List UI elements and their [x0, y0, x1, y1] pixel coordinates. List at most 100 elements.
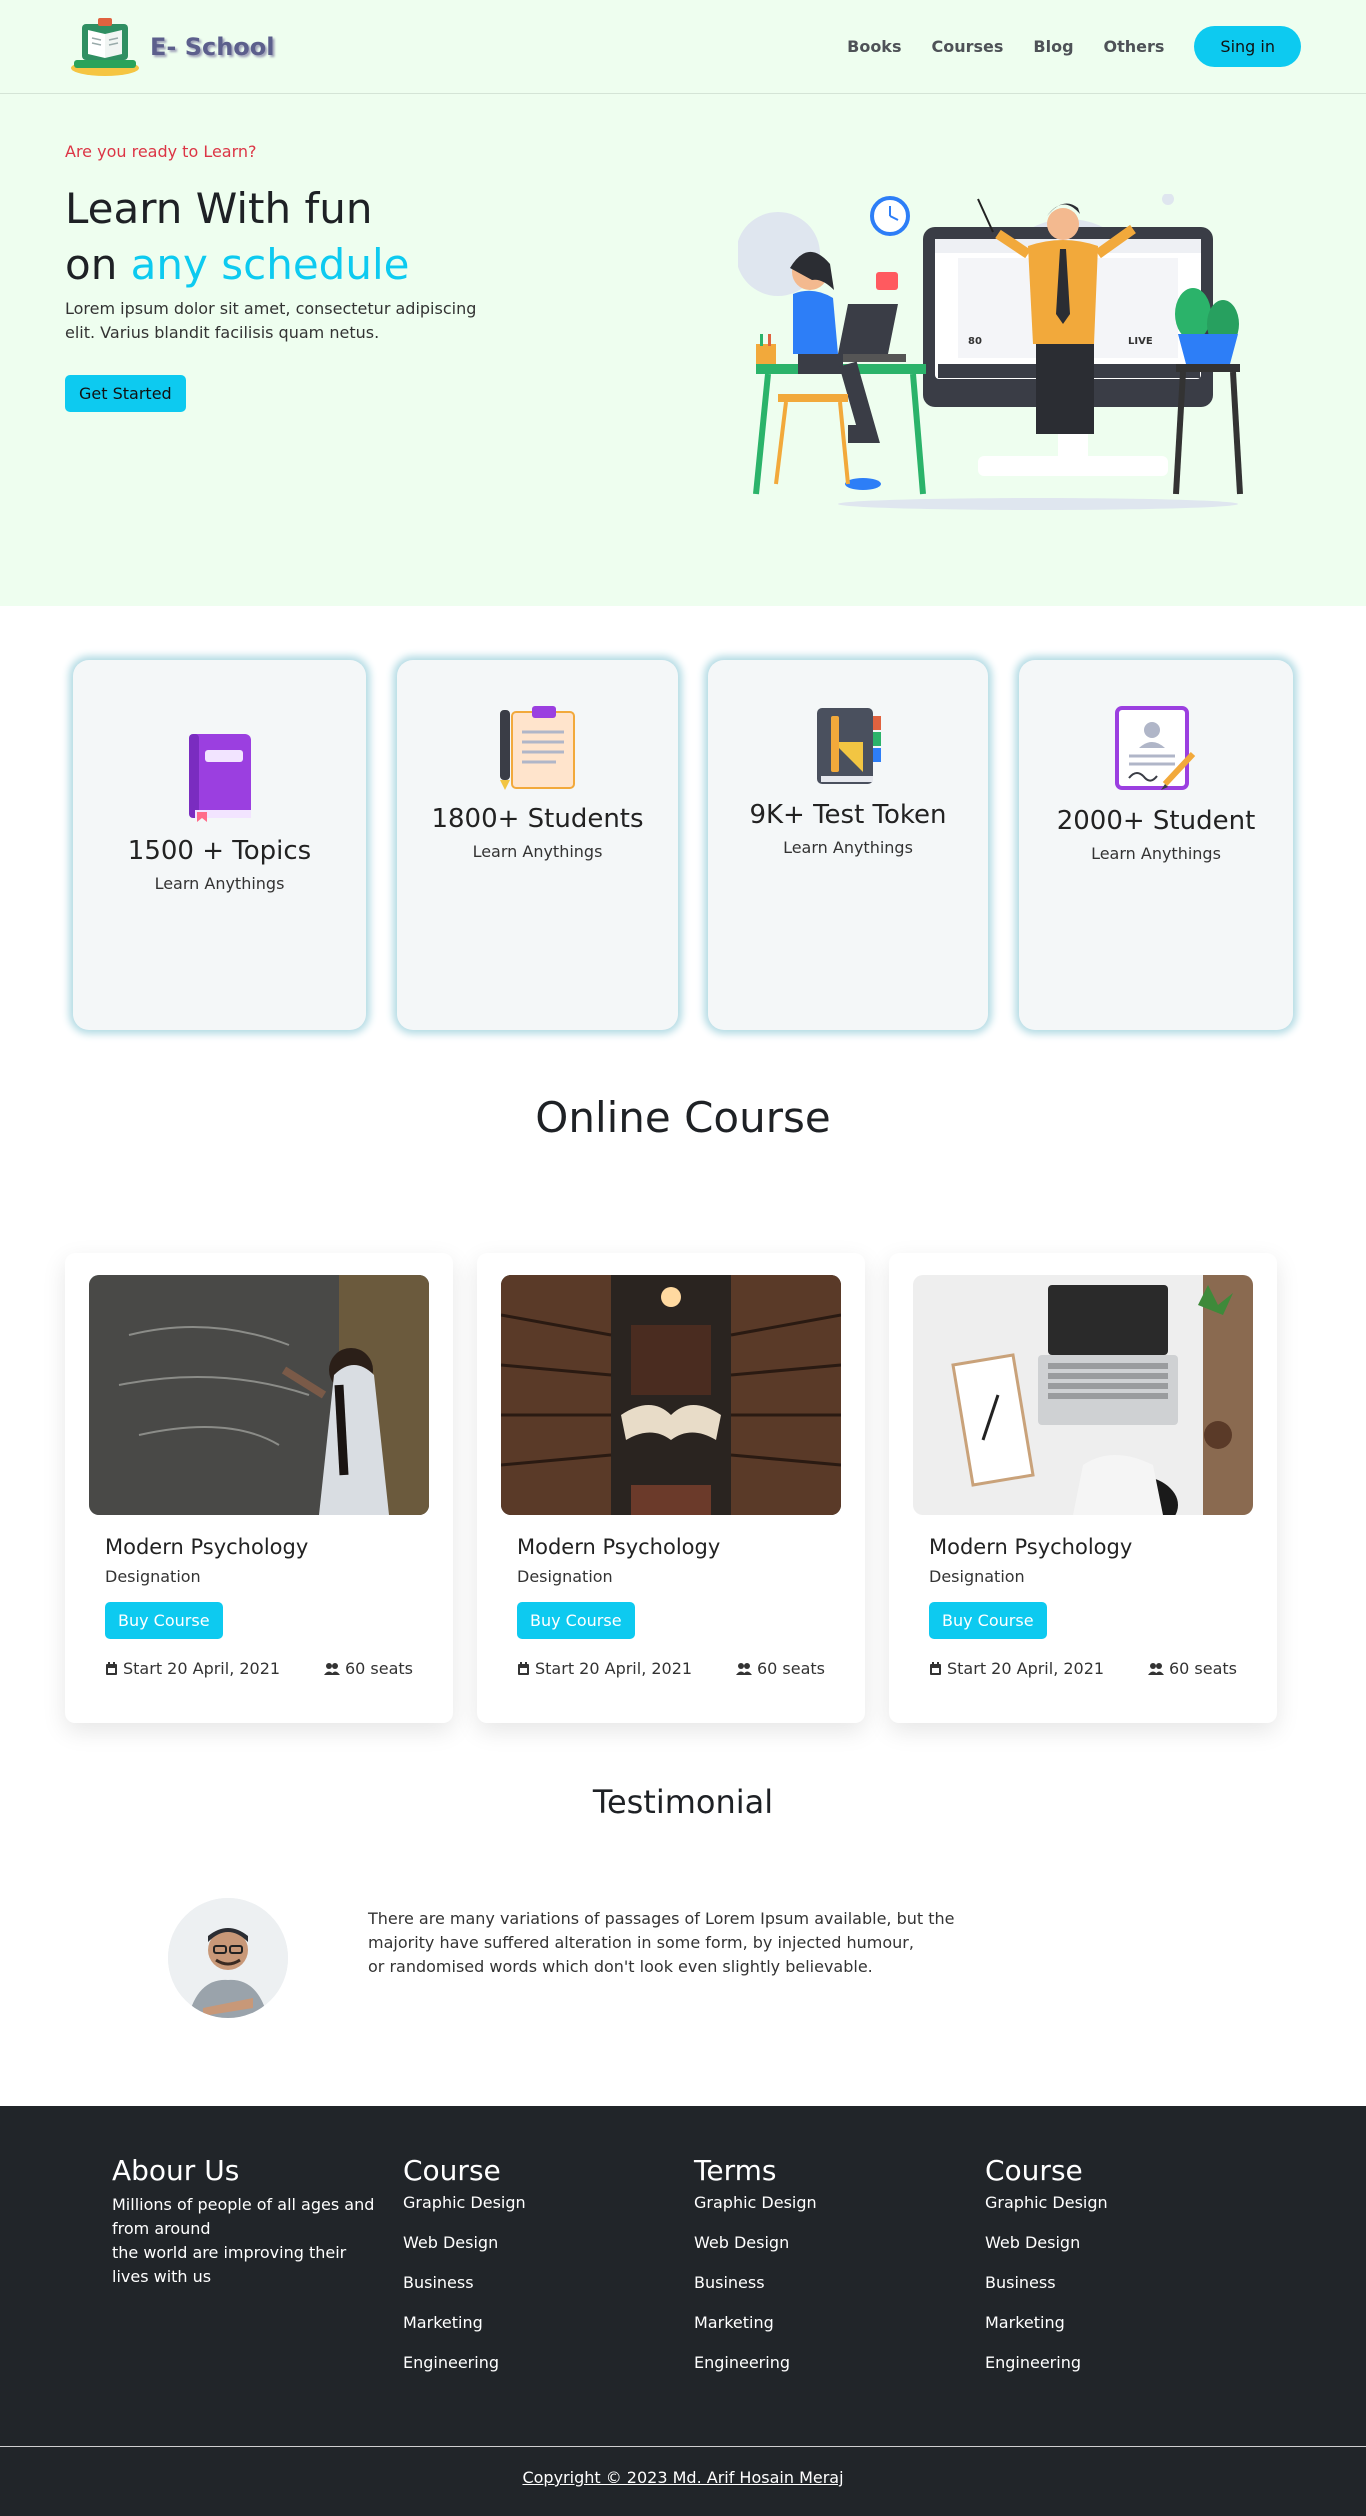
- nav-link-others[interactable]: Others: [1104, 37, 1165, 56]
- footer-link[interactable]: Business: [985, 2271, 1276, 2295]
- copyright-link[interactable]: Copyright © 2023 Md. Arif Hosain Meraj: [0, 2468, 1366, 2487]
- testimonial-title: Testimonial: [592, 1783, 774, 1821]
- footer-link[interactable]: Graphic Design: [694, 2191, 985, 2215]
- footer-column-title: Course: [985, 2154, 1083, 2187]
- online-teaching-illustration: 80 LIVE: [738, 194, 1243, 510]
- users-icon: [323, 1662, 340, 1675]
- footer-column-title: Course: [403, 2154, 501, 2187]
- footer-column-course: Course Graphic Design Web Design Busines…: [403, 2154, 694, 2391]
- footer-link[interactable]: Engineering: [694, 2351, 985, 2375]
- course-image-library: [500, 1275, 842, 1515]
- stat-card-student: 2000+ Student Learn Anythings: [1019, 660, 1293, 1030]
- course-meta: Start 20 April, 2021 60 seats: [929, 1659, 1237, 1678]
- courses-section: Online Course Modern Psychology Designat…: [0, 1083, 1366, 1783]
- brand-name: E- School: [150, 32, 275, 61]
- stat-subtitle: Learn Anythings: [472, 842, 603, 861]
- footer-link[interactable]: Marketing: [694, 2311, 985, 2335]
- footer-column-terms: Terms Graphic Design Web Design Business…: [694, 2154, 985, 2391]
- stat-subtitle: Learn Anythings: [783, 838, 913, 857]
- footer-about-line: the world are improving their lives with…: [112, 2243, 347, 2286]
- stats-section: 1500 + Topics Learn Anythings 1800+ Stud…: [0, 606, 1366, 1083]
- course-list: Modern Psychology Designation Buy Course…: [0, 1253, 1366, 1783]
- course-card: Modern Psychology Designation Buy Course…: [65, 1253, 453, 1723]
- stat-title: 1500 + Topics: [127, 836, 312, 866]
- footer-about-title: Abour Us: [112, 2154, 240, 2187]
- courses-title: Online Course: [535, 1093, 831, 1142]
- course-start: Start 20 April, 2021: [517, 1659, 692, 1678]
- testimonial-line: or randomised words which don't look eve…: [368, 1957, 873, 1976]
- course-designation: Designation: [105, 1567, 201, 1586]
- course-start-text: Start 20 April, 2021: [123, 1659, 281, 1678]
- live-label: LIVE: [1128, 336, 1153, 347]
- course-start: Start 20 April, 2021: [105, 1659, 280, 1678]
- users-icon: [735, 1662, 752, 1675]
- footer-about: Abour Us Millions of people of all ages …: [112, 2154, 403, 2391]
- footer-link[interactable]: Marketing: [985, 2311, 1276, 2335]
- stat-card-topics: 1500 + Topics Learn Anythings: [73, 660, 366, 1030]
- footer-divider: [0, 2446, 1366, 2447]
- footer-link[interactable]: Graphic Design: [403, 2191, 694, 2215]
- stat-card-test-token: 9K+ Test Token Learn Anythings: [708, 660, 988, 1030]
- nav-link-blog[interactable]: Blog: [1033, 37, 1073, 56]
- hero-kicker: Are you ready to Learn?: [65, 142, 257, 161]
- get-started-button[interactable]: Get Started: [65, 375, 186, 412]
- notebook-icon: [817, 708, 881, 784]
- testimonial-section: Testimonial There are many variations of…: [0, 1783, 1366, 2106]
- footer-column-title: Terms: [694, 2154, 777, 2187]
- footer-column-course-2: Course Graphic Design Web Design Busines…: [985, 2154, 1276, 2391]
- school-logo-icon: [71, 17, 139, 76]
- stat-subtitle: Learn Anythings: [1091, 844, 1221, 863]
- hero-title-accent: any schedule: [130, 240, 410, 289]
- stat-title: 1800+ Students: [431, 804, 644, 834]
- course-meta: Start 20 April, 2021 60 seats: [105, 1659, 413, 1678]
- course-seats-text: 60 seats: [1168, 1659, 1237, 1678]
- sign-in-button[interactable]: Sing in: [1194, 26, 1301, 67]
- course-card: Modern Psychology Designation Buy Course…: [477, 1253, 865, 1723]
- footer-link[interactable]: Web Design: [694, 2231, 985, 2255]
- users-icon: [1147, 1662, 1164, 1675]
- course-designation: Designation: [517, 1567, 613, 1586]
- buy-course-button[interactable]: Buy Course: [105, 1602, 223, 1639]
- footer-link[interactable]: Web Design: [403, 2231, 694, 2255]
- calendar-icon: [930, 1661, 941, 1675]
- calendar-icon: [106, 1661, 117, 1675]
- buy-course-button[interactable]: Buy Course: [929, 1602, 1047, 1639]
- viewer-count: 80: [968, 336, 982, 347]
- testimonial-text: There are many variations of passages of…: [368, 1907, 988, 1979]
- course-seats-text: 60 seats: [756, 1659, 825, 1678]
- course-seats: 60 seats: [1147, 1659, 1237, 1678]
- certificate-icon: [1115, 706, 1196, 790]
- footer-about-text: Millions of people of all ages and from …: [112, 2193, 382, 2289]
- course-name: Modern Psychology: [105, 1535, 309, 1559]
- calendar-icon: [518, 1661, 529, 1675]
- course-seats: 60 seats: [735, 1659, 825, 1678]
- clipboard-icon: [499, 706, 575, 790]
- course-meta: Start 20 April, 2021 60 seats: [517, 1659, 825, 1678]
- testimonial-line: There are many variations of passages of…: [368, 1909, 955, 1928]
- course-start: Start 20 April, 2021: [929, 1659, 1104, 1678]
- course-name: Modern Psychology: [929, 1535, 1133, 1559]
- footer-link[interactable]: Business: [403, 2271, 694, 2295]
- course-seats-text: 60 seats: [344, 1659, 413, 1678]
- hero-description: Lorem ipsum dolor sit amet, consectetur …: [65, 299, 477, 342]
- testimonial-line: majority have suffered alteration in som…: [368, 1933, 914, 1952]
- footer-link[interactable]: Business: [694, 2271, 985, 2295]
- hero-title-line1: Learn With fun: [65, 184, 373, 233]
- footer-link[interactable]: Engineering: [985, 2351, 1276, 2375]
- stat-title: 2000+ Student: [1056, 806, 1256, 836]
- footer-link[interactable]: Web Design: [985, 2231, 1276, 2255]
- testimonial-body: There are many variations of passages of…: [0, 1821, 1366, 2106]
- footer-link[interactable]: Marketing: [403, 2311, 694, 2335]
- nav-link-books[interactable]: Books: [847, 37, 901, 56]
- course-designation: Designation: [929, 1567, 1025, 1586]
- footer-about-line: Millions of people of all ages and from …: [112, 2195, 375, 2238]
- avatar: [168, 1898, 288, 2018]
- footer-link[interactable]: Graphic Design: [985, 2191, 1276, 2215]
- stat-subtitle: Learn Anythings: [154, 874, 285, 893]
- course-seats: 60 seats: [323, 1659, 413, 1678]
- footer: Abour Us Millions of people of all ages …: [0, 2106, 1366, 2516]
- footer-link[interactable]: Engineering: [403, 2351, 694, 2375]
- buy-course-button[interactable]: Buy Course: [517, 1602, 635, 1639]
- nav-link-courses[interactable]: Courses: [931, 37, 1003, 56]
- brand[interactable]: E- School: [68, 16, 275, 78]
